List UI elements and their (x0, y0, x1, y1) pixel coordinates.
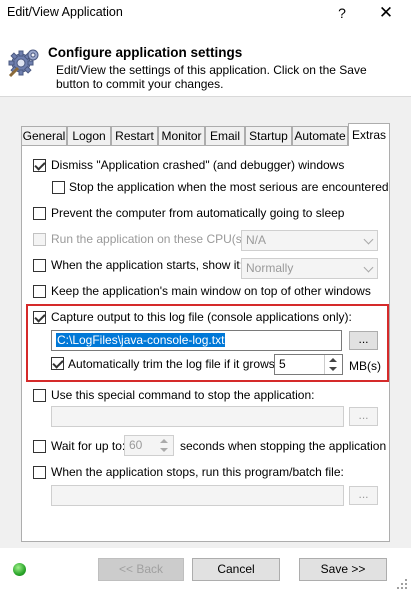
log-file-path-text: C:\LogFiles\java-console-log.txt (56, 333, 226, 347)
capture-output-label: Capture output to this log file (console… (51, 310, 352, 324)
tab-monitor[interactable]: Monitor (158, 126, 205, 145)
help-button[interactable]: ? (332, 2, 352, 24)
show-window-value: Normally (246, 261, 294, 275)
tab-automate[interactable]: Automate (292, 126, 348, 145)
wait-for-label: Wait for up to: (51, 439, 126, 453)
cpus-label: Run the application on these CPU(s): (51, 232, 250, 246)
resize-grip-icon[interactable] (396, 578, 408, 590)
show-window-label: When the application starts, show it: (51, 258, 244, 272)
tab-email[interactable]: Email (205, 126, 245, 145)
prevent-sleep-checkbox[interactable] (33, 207, 46, 220)
special-command-browse-button: ... (349, 407, 378, 426)
wait-for-suffix: seconds when stopping the application (180, 439, 387, 453)
dismiss-crash-checkbox[interactable] (33, 159, 46, 172)
prevent-sleep-label: Prevent the computer from automatically … (51, 206, 345, 220)
status-indicator (13, 563, 26, 576)
auto-trim-label: Automatically trim the log file if it gr… (68, 357, 289, 371)
special-command-checkbox[interactable] (33, 389, 46, 402)
back-button: << Back (98, 558, 184, 581)
capture-output-checkbox[interactable] (33, 311, 46, 324)
settings-gears-icon (8, 49, 39, 78)
cpus-dropdown: N/A (241, 230, 378, 251)
save-button[interactable]: Save >> (299, 558, 387, 581)
run-program-browse-button: ... (349, 486, 378, 505)
auto-trim-checkbox[interactable] (51, 357, 64, 370)
tab-restart[interactable]: Restart (111, 126, 158, 145)
window-title: Edit/View Application (7, 5, 123, 19)
trim-size-unit: MB(s) (349, 359, 381, 373)
cancel-button[interactable]: Cancel (192, 558, 280, 581)
tab-general[interactable]: General (21, 126, 67, 145)
show-window-checkbox[interactable] (33, 259, 46, 272)
spin-down-icon[interactable] (329, 367, 337, 371)
chevron-down-icon (363, 262, 374, 273)
cpus-checkbox (33, 233, 46, 246)
header-title: Configure application settings (48, 45, 243, 60)
trim-size-value: 5 (279, 357, 286, 371)
show-window-dropdown: Normally (241, 258, 378, 279)
tab-extras[interactable]: Extras (348, 123, 390, 146)
close-button[interactable]: ✕ (373, 2, 399, 24)
log-file-browse-button[interactable]: ... (349, 331, 378, 350)
special-command-input (51, 406, 344, 427)
run-program-label: When the application stops, run this pro… (51, 465, 344, 479)
wait-for-checkbox[interactable] (33, 440, 46, 453)
spin-down-icon (160, 448, 168, 452)
header-description: Edit/View the settings of this applicati… (56, 63, 367, 91)
tab-logon[interactable]: Logon (67, 126, 111, 145)
log-file-path-input[interactable]: C:\LogFiles\java-console-log.txt (51, 330, 342, 351)
spin-up-icon[interactable] (329, 358, 337, 362)
tab-startup[interactable]: Startup (245, 126, 292, 145)
wait-seconds-value: 60 (129, 438, 143, 452)
keep-on-top-label: Keep the application's main window on to… (51, 284, 371, 298)
spin-up-icon (160, 439, 168, 443)
chevron-down-icon (363, 234, 374, 245)
cpus-value: N/A (246, 233, 267, 247)
dismiss-crash-label: Dismiss "Application crashed" (and debug… (51, 158, 345, 172)
run-program-checkbox[interactable] (33, 466, 46, 479)
stop-serious-label: Stop the application when the most serio… (69, 180, 389, 194)
special-command-label: Use this special command to stop the app… (51, 388, 315, 402)
run-program-input (51, 485, 344, 506)
stop-serious-checkbox[interactable] (52, 181, 65, 194)
keep-on-top-checkbox[interactable] (33, 285, 46, 298)
